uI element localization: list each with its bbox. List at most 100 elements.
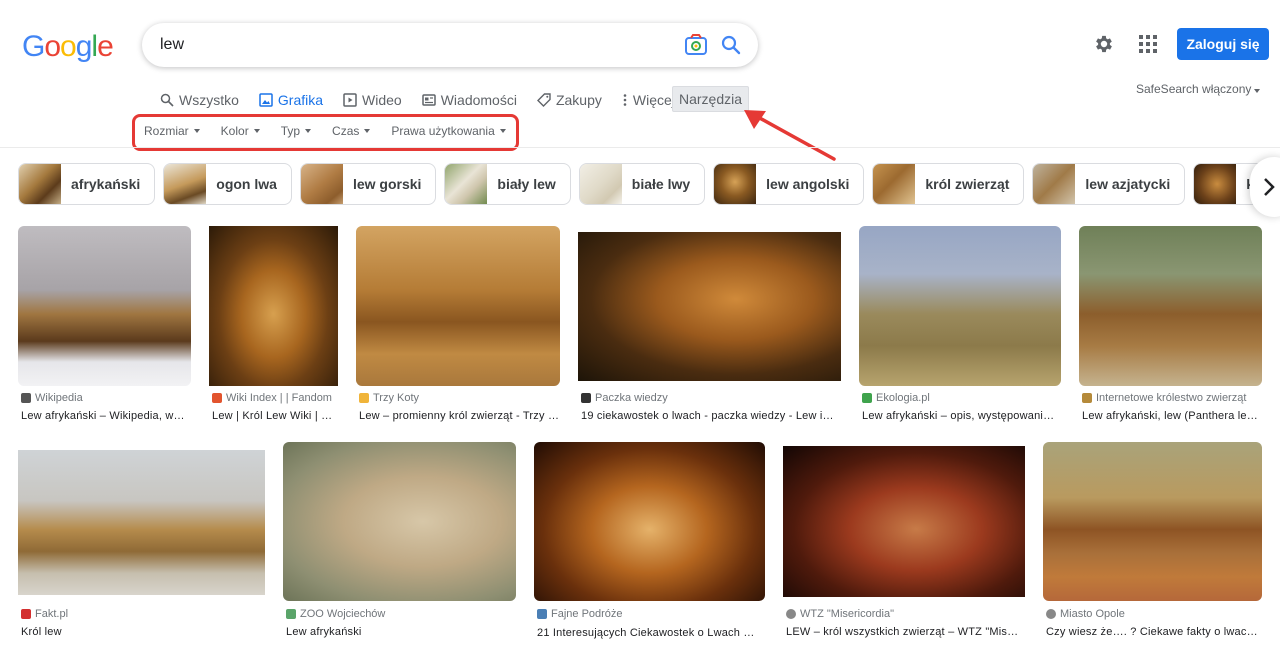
image-result[interactable]: Miasto Opole Czy wiesz że…. ? Ciekawe fa…: [1043, 442, 1262, 642]
video-icon: [343, 93, 357, 107]
chevron-down-icon: [253, 129, 260, 133]
chip-label: biały lew: [497, 176, 556, 192]
gear-icon[interactable]: [1093, 33, 1115, 55]
search-icon[interactable]: [720, 34, 742, 56]
chip-label: lew azjatycki: [1085, 176, 1171, 192]
header-divider: [0, 147, 1280, 148]
search-box: [142, 23, 758, 67]
result-source: Wiki Index | | Fandom: [212, 392, 332, 404]
chip-label: lew angolski: [766, 176, 850, 192]
chevron-down-icon: [364, 129, 371, 133]
chip-label: afrykański: [71, 176, 141, 192]
result-image: [783, 446, 1025, 597]
tag-icon: [536, 93, 551, 107]
chip-label: lew gorski: [352, 176, 422, 192]
related-chip[interactable]: biały lew: [444, 163, 571, 205]
result-image: [859, 226, 1061, 386]
result-title: Lew – promienny król zwierząt - Trzy Kot…: [359, 410, 559, 422]
filter-size[interactable]: Rozmiar: [144, 124, 200, 138]
image-result[interactable]: Fakt.pl Król lew: [18, 442, 265, 642]
source-label: WTZ "Misericordia": [800, 608, 894, 620]
tab-more[interactable]: Więcej: [622, 90, 675, 110]
tab-label: Wiadomości: [440, 92, 517, 108]
result-title: 19 ciekawostek o lwach - paczka wiedzy -…: [581, 410, 839, 422]
more-vert-icon: [623, 94, 627, 106]
related-chip[interactable]: lew gorski: [299, 163, 437, 205]
favicon-icon: [359, 393, 369, 403]
tab-label: Wszystko: [179, 92, 239, 108]
chip-thumbnail: [714, 164, 757, 204]
tab-news[interactable]: Wiadomości: [421, 90, 517, 110]
source-label: Ekologia.pl: [876, 392, 930, 404]
search-input[interactable]: [160, 33, 660, 57]
image-result[interactable]: Ekologia.pl Lew afrykański – opis, wystę…: [859, 226, 1061, 428]
filter-label: Prawa użytkowania: [391, 124, 495, 138]
filter-type[interactable]: Typ: [281, 124, 312, 138]
chip-label: białe lwy: [631, 176, 691, 192]
result-source: Miasto Opole: [1046, 608, 1125, 620]
search-tabs: Wszystko Grafika Wideo Wiadomości Zakupy…: [160, 90, 695, 117]
result-title: Lew afrykański – Wikipedia, wolna encykl…: [21, 410, 189, 422]
result-source: Trzy Koty: [359, 392, 419, 404]
result-source: Fajne Podróże: [537, 608, 623, 620]
tools-button[interactable]: Narzędzia: [672, 86, 749, 112]
image-result[interactable]: WTZ "Misericordia" LEW – król wszystkich…: [783, 442, 1025, 642]
image-result[interactable]: Wiki Index | | Fandom Lew | Król Lew Wik…: [209, 226, 338, 428]
related-chip[interactable]: białe lwy: [578, 163, 706, 205]
filter-time[interactable]: Czas: [332, 124, 371, 138]
result-image: [18, 450, 265, 595]
result-source: WTZ "Misericordia": [786, 608, 894, 620]
chip-thumbnail: [579, 164, 622, 204]
tab-label: Zakupy: [555, 92, 602, 108]
google-logo[interactable]: Google: [22, 30, 114, 64]
chevron-right-icon: [1264, 178, 1275, 196]
logo-letter: G: [22, 30, 45, 63]
camera-icon[interactable]: [684, 34, 708, 56]
result-title: Król lew: [21, 626, 62, 638]
filter-bar: Rozmiar Kolor Typ Czas Prawa użytkowania: [144, 124, 527, 138]
source-label: Fakt.pl: [35, 608, 69, 620]
tab-shopping[interactable]: Zakupy: [536, 90, 602, 110]
related-chip[interactable]: lew angolski: [713, 163, 865, 205]
related-chip[interactable]: lew azjatycki: [1032, 163, 1186, 205]
related-chip[interactable]: ogon lwa: [163, 163, 292, 205]
source-label: Wikipedia: [35, 392, 83, 404]
chip-label: król zwierząt: [925, 176, 1010, 192]
image-result[interactable]: Trzy Koty Lew – promienny król zwierząt …: [356, 226, 560, 428]
related-chip[interactable]: król zwierząt: [872, 163, 1025, 205]
related-searches: afrykański ogon lwa lew gorski biały lew…: [18, 163, 1280, 205]
image-result[interactable]: Paczka wiedzy 19 ciekawostek o lwach - p…: [578, 226, 841, 428]
source-label: Internetowe królestwo zwierząt: [1096, 392, 1247, 404]
safesearch-toggle[interactable]: SafeSearch włączony: [1136, 82, 1261, 96]
chips-next-button[interactable]: [1250, 157, 1280, 217]
tab-videos[interactable]: Wideo: [343, 90, 402, 110]
image-result[interactable]: Fajne Podróże 21 Interesujących Ciekawos…: [534, 442, 765, 642]
chevron-down-icon: [193, 129, 200, 133]
source-label: Miasto Opole: [1060, 608, 1125, 620]
favicon-icon: [21, 609, 31, 619]
chevron-down-icon: [499, 129, 506, 133]
tab-images[interactable]: Grafika: [258, 90, 324, 117]
filter-label: Czas: [332, 124, 360, 138]
result-title: 21 Interesujących Ciekawostek o Lwach 🦁 …: [537, 627, 763, 639]
related-chip[interactable]: afrykański: [18, 163, 156, 205]
safesearch-label: SafeSearch włączony: [1136, 82, 1252, 96]
result-image: [534, 442, 765, 601]
result-source: Ekologia.pl: [862, 392, 930, 404]
image-result[interactable]: ZOO Wojciechów Lew afrykański: [283, 442, 516, 642]
signin-button[interactable]: Zaloguj się: [1177, 28, 1269, 60]
chip-thumbnail: [300, 164, 343, 204]
logo-letter: e: [97, 30, 114, 63]
image-result[interactable]: Wikipedia Lew afrykański – Wikipedia, wo…: [18, 226, 191, 428]
favicon-icon: [1082, 393, 1092, 403]
image-result[interactable]: Internetowe królestwo zwierząt Lew afryk…: [1079, 226, 1262, 428]
apps-grid-icon[interactable]: [1139, 35, 1157, 53]
logo-letter: o: [60, 30, 77, 63]
filter-color[interactable]: Kolor: [221, 124, 260, 138]
tab-all[interactable]: Wszystko: [160, 90, 239, 110]
filter-usage-rights[interactable]: Prawa użytkowania: [391, 124, 506, 138]
globe-icon: [786, 609, 796, 619]
result-image: [578, 232, 841, 381]
result-title: Lew afrykański, lew (Panthera leo)…: [1082, 410, 1260, 422]
chevron-down-icon: [305, 129, 312, 133]
